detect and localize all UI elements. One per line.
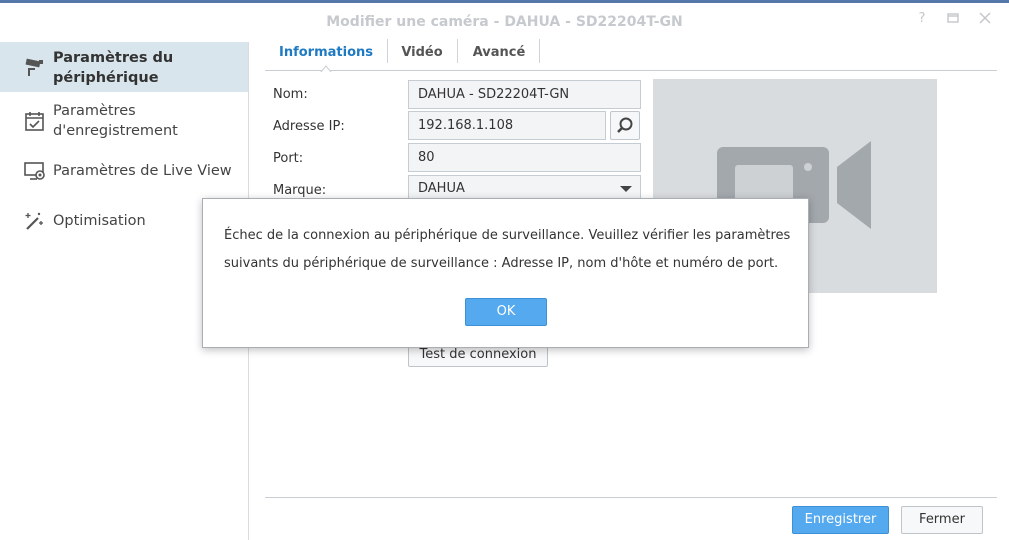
search-icon	[617, 117, 633, 133]
tab-divider	[387, 39, 388, 63]
footer-divider	[265, 497, 997, 498]
ip-address-field[interactable]: 192.168.1.108	[408, 111, 606, 140]
name-label: Nom:	[273, 87, 308, 102]
help-icon[interactable]: ?	[914, 11, 930, 27]
brand-dropdown-value: DAHUA	[418, 181, 465, 196]
active-tab-indicator	[320, 65, 332, 73]
tab-video[interactable]: Vidéo	[392, 39, 452, 67]
sidebar-item-label: Optimisation	[53, 213, 146, 229]
dialog-message-line: Échec de la connexion au périphérique de…	[224, 228, 791, 243]
tab-informations[interactable]: Informations	[273, 39, 379, 67]
tab-bar: Informations Vidéo Avancé	[265, 39, 997, 71]
sidebar-item-label: Paramètres du périphérique	[53, 50, 174, 86]
camera-icon	[24, 56, 46, 78]
calendar-icon	[24, 110, 46, 132]
title-bar: Modifier une caméra - DAHUA - SD22204T-G…	[0, 3, 1009, 39]
port-field[interactable]: 80	[408, 143, 641, 172]
magic-wand-icon	[24, 210, 46, 232]
chevron-down-icon	[620, 186, 632, 192]
close-icon[interactable]	[977, 11, 993, 27]
sidebar-item-recording-settings[interactable]: Paramètres d'enregistrement	[0, 98, 248, 142]
dialog-message-line: suivants du périphérique de surveillance…	[224, 256, 779, 271]
brand-label: Marque:	[273, 183, 327, 198]
sidebar-item-device-settings[interactable]: Paramètres du périphérique	[0, 42, 248, 92]
dialog-message: Échec de la connexion au périphérique de…	[224, 222, 794, 278]
sidebar-item-live-view-settings[interactable]: Paramètres de Live View	[0, 158, 248, 184]
window-title: Modifier une caméra - DAHUA - SD22204T-G…	[326, 14, 683, 30]
monitor-icon	[24, 160, 46, 182]
name-field[interactable]: DAHUA - SD22204T-GN	[408, 80, 641, 109]
tab-divider	[457, 39, 458, 63]
ok-button[interactable]: OK	[465, 298, 547, 326]
tab-advanced[interactable]: Avancé	[465, 39, 533, 67]
maximize-icon[interactable]	[945, 11, 961, 27]
sidebar-item-label: Paramètres d'enregistrement	[53, 103, 178, 139]
close-button[interactable]: Fermer	[901, 506, 983, 534]
sidebar-item-label: Paramètres de Live View	[53, 163, 232, 179]
save-button[interactable]: Enregistrer	[792, 506, 889, 534]
ip-label: Adresse IP:	[273, 119, 345, 134]
search-button[interactable]	[610, 111, 640, 140]
connection-error-dialog: Échec de la connexion au périphérique de…	[202, 198, 809, 348]
tab-divider	[539, 39, 540, 63]
port-label: Port:	[273, 151, 304, 166]
